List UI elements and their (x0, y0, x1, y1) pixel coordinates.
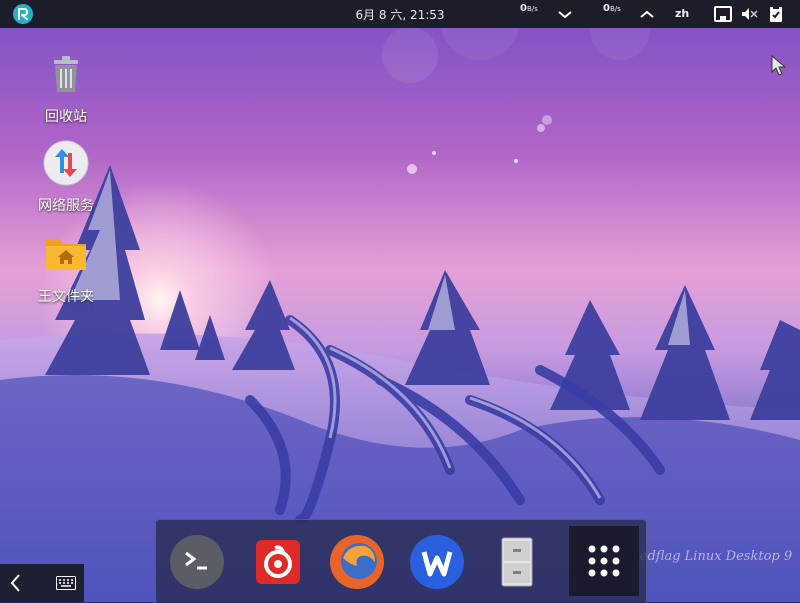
desktop-icon-network-service[interactable]: 网络服务 (31, 139, 101, 215)
chevron-down-icon[interactable] (555, 6, 575, 22)
app-grid-launcher[interactable] (569, 526, 639, 596)
watermark: Redflag Linux Desktop 9 (630, 549, 793, 564)
desktop-icon-label: 网络服务 (38, 198, 94, 214)
file-cabinet-icon[interactable] (489, 534, 545, 590)
desktop-wallpaper (0, 0, 800, 602)
download-speed-value: 0 (520, 3, 527, 14)
network-wired-icon[interactable] (714, 6, 732, 22)
desktop-icon-trash[interactable]: 回收站 (31, 50, 101, 126)
clipboard-check-icon[interactable] (767, 6, 785, 22)
upload-speed: 0B/s (603, 3, 621, 14)
top-panel: 6月 8 六, 21:53 0B/s 0B/s zh (0, 0, 800, 28)
chevron-up-icon[interactable] (637, 6, 657, 22)
dock (155, 519, 647, 603)
desktop-icon-label: 王文件夹 (38, 289, 94, 305)
home-folder-icon (46, 240, 86, 270)
desktop-icon-home-folder[interactable]: 王文件夹 (31, 230, 101, 306)
download-speed-unit: B/s (526, 5, 538, 13)
network-service-icon (43, 140, 89, 186)
bottom-left-panel (0, 564, 84, 602)
keyboard-icon[interactable] (56, 576, 76, 590)
terminal-icon[interactable] (169, 534, 225, 590)
netease-music-icon[interactable] (249, 534, 305, 590)
upload-speed-unit: B/s (609, 5, 621, 13)
firefox-icon[interactable] (329, 534, 385, 590)
trash-icon (54, 56, 78, 92)
download-speed: 0B/s (520, 3, 538, 14)
upload-speed-value: 0 (603, 3, 610, 14)
wps-office-icon[interactable] (409, 534, 465, 590)
desktop-icon-label: 回收站 (45, 109, 87, 125)
volume-muted-icon[interactable] (740, 6, 758, 22)
start-menu-logo-icon[interactable] (13, 4, 33, 24)
mouse-cursor-icon (771, 55, 787, 76)
clock[interactable]: 6月 8 六, 21:53 (330, 6, 470, 23)
input-language-indicator[interactable]: zh (675, 7, 689, 20)
app-grid-icon (588, 545, 620, 577)
chevron-left-icon[interactable] (9, 573, 23, 593)
